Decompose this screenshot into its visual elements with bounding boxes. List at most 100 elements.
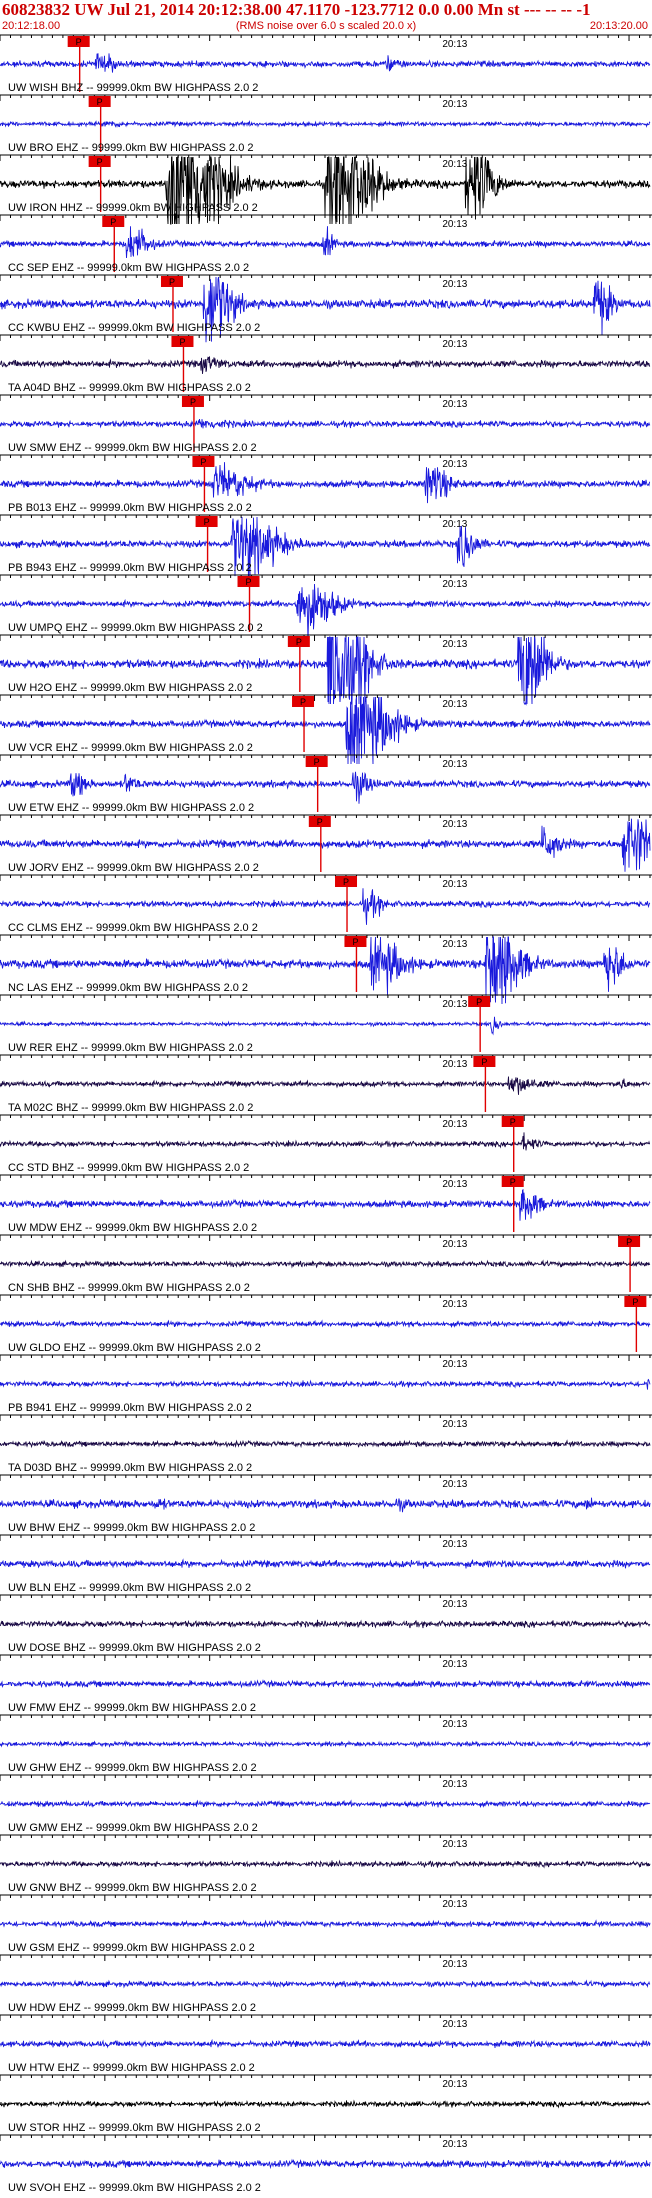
minute-label: 20:13 (442, 219, 467, 230)
pick-label: P (97, 97, 103, 107)
waveform (0, 2158, 651, 2170)
minute-label: 20:13 (442, 2139, 467, 2150)
minute-label: 20:13 (442, 2079, 467, 2090)
minute-label: 20:13 (442, 279, 467, 290)
station-label: UW GLDO EHZ -- 99999.0km BW HIGHPASS 2.0… (8, 1342, 261, 1354)
pick-label: P (200, 457, 206, 467)
pick-label: P (343, 877, 349, 887)
waveform (0, 1558, 651, 1569)
station-label: UW WISH BHZ -- 99999.0km BW HIGHPASS 2.0… (8, 82, 258, 94)
trace-row: 20:13 UW GSM EHZ -- 99999.0km BW HIGHPASS… (0, 1894, 652, 1954)
trace-row: 20:13 TA D03D BHZ -- 99999.0km BW HIGHPAS… (0, 1414, 652, 1474)
pick-label: P (626, 1237, 632, 1247)
station-label: UW SVOH EHZ -- 99999.0km BW HIGHPASS 2.0… (8, 2182, 261, 2194)
minute-label: 20:13 (442, 639, 467, 650)
waveform (0, 888, 651, 925)
trace-row: 20:13 P UW JORV EHZ -- 99999.0km BW HIGHPA… (0, 814, 652, 874)
waveform (0, 1859, 651, 1869)
minute-label: 20:13 (442, 1899, 467, 1910)
trace-row: 20:13 P TA M02C BHZ -- 99999.0km BW HIGHPA… (0, 1054, 652, 1114)
pick-label: P (204, 517, 210, 527)
trace-row: 20:13 P CC CLMS EHZ -- 99999.0km BW HIGHPA… (0, 874, 652, 934)
seismogram-plot: 20:13 P UW WISH BHZ -- 99999.0km BW HIGHPA… (0, 34, 652, 2194)
minute-label: 20:13 (442, 1839, 467, 1850)
station-label: UW GNW BHZ -- 99999.0km BW HIGHPASS 2.0 … (8, 1882, 257, 1894)
station-label: CC KWBU EHZ -- 99999.0km BW HIGHPASS 2.0… (8, 322, 260, 334)
minute-label: 20:13 (442, 1479, 467, 1490)
station-label: UW GSM EHZ -- 99999.0km BW HIGHPASS 2.0 … (8, 1942, 255, 1954)
station-label: UW RER EHZ -- 99999.0km BW HIGHPASS 2.0 … (8, 1042, 253, 1054)
trace-row: 20:13 UW HTW EHZ -- 99999.0km BW HIGHPASS… (0, 2014, 652, 2074)
waveform (0, 1739, 651, 1749)
station-label: UW STOR HHZ -- 99999.0km BW HIGHPASS 2.0… (8, 2122, 261, 2134)
minute-label: 20:13 (442, 699, 467, 710)
station-label: CC STD BHZ -- 99999.0km BW HIGHPASS 2.0 … (8, 1162, 249, 1174)
station-label: UW BHW EHZ -- 99999.0km BW HIGHPASS 2.0 … (8, 1522, 255, 1534)
trace-row: 20:13 UW FMW EHZ -- 99999.0km BW HIGHPASS… (0, 1654, 652, 1714)
waveform (0, 1132, 650, 1151)
station-label: PB B941 EHZ -- 99999.0km BW HIGHPASS 2.0… (8, 1402, 252, 1414)
trace-row: 20:13 P UW UMPQ EHZ -- 99999.0km BW HIGHPA… (0, 574, 652, 641)
trace-row: 20:13 UW HDW EHZ -- 99999.0km BW HIGHPASS… (0, 1954, 652, 2014)
minute-label: 20:13 (442, 1719, 467, 1730)
waveform (0, 1259, 651, 1269)
minute-label: 20:13 (442, 519, 467, 530)
plot-header: 60823832 UW Jul 21, 2014 20:12:38.00 47.… (0, 0, 652, 34)
waveform (0, 1799, 651, 1809)
waveform (0, 1679, 651, 1689)
trace-row: 20:13 P PB B013 EHZ -- 99999.0km BW HIGHPA… (0, 454, 652, 514)
trace-row: 20:13 UW GNW BHZ -- 99999.0km BW HIGHPASS… (0, 1834, 652, 1894)
minute-label: 20:13 (442, 579, 467, 590)
station-label: TA M02C BHZ -- 99999.0km BW HIGHPASS 2.0… (8, 1102, 253, 1114)
waveform (0, 2038, 651, 2049)
station-label: UW IRON HHZ -- 99999.0km BW HIGHPASS 2.0… (8, 202, 258, 214)
trace-row: 20:13 UW BLN EHZ -- 99999.0km BW HIGHPASS… (0, 1534, 652, 1594)
waveform (0, 226, 651, 259)
trace-row: 20:13 P CC STD BHZ -- 99999.0km BW HIGHPAS… (0, 1114, 652, 1174)
minute-label: 20:13 (442, 339, 467, 350)
station-label: CC CLMS EHZ -- 99999.0km BW HIGHPASS 2.0… (8, 922, 258, 934)
minute-label: 20:13 (442, 1239, 467, 1250)
pick-label: P (110, 217, 116, 227)
pick-label: P (632, 1297, 638, 1307)
minute-label: 20:13 (442, 1179, 467, 1190)
waveform (0, 1619, 651, 1629)
station-label: UW HTW EHZ -- 99999.0km BW HIGHPASS 2.0 … (8, 2062, 255, 2074)
minute-label: 20:13 (442, 1119, 467, 1130)
minute-label: 20:13 (442, 759, 467, 770)
pick-label: P (97, 157, 103, 167)
minute-label: 20:13 (442, 879, 467, 890)
waveform (0, 1188, 651, 1221)
station-label: NC LAS EHZ -- 99999.0km BW HIGHPASS 2.0 … (8, 982, 248, 994)
trace-row: 20:13 PB B941 EHZ -- 99999.0km BW HIGHPAS… (0, 1354, 652, 1414)
station-label: UW MDW EHZ -- 99999.0km BW HIGHPASS 2.0 … (8, 1222, 257, 1234)
event-title: 60823832 UW Jul 21, 2014 20:12:38.00 47.… (2, 0, 591, 19)
minute-label: 20:13 (442, 99, 467, 110)
station-label: UW ETW EHZ -- 99999.0km BW HIGHPASS 2.0 … (8, 802, 254, 814)
station-label: UW SMW EHZ -- 99999.0km BW HIGHPASS 2.0 … (8, 442, 257, 454)
pick-label: P (314, 757, 320, 767)
trace-row: 20:13 P UW IRON HHZ -- 99999.0km BW HIGHPA… (0, 154, 652, 225)
minute-label: 20:13 (442, 939, 467, 950)
pick-label: P (317, 817, 323, 827)
station-label: CC SEP EHZ -- 99999.0km BW HIGHPASS 2.0 … (8, 262, 249, 274)
minute-label: 20:13 (442, 1359, 467, 1370)
trace-row: 20:13 UW SVOH EHZ -- 99999.0km BW HIGHPAS… (0, 2134, 652, 2194)
waveform (0, 1497, 651, 1513)
minute-label: 20:13 (442, 819, 467, 830)
pick-label: P (510, 1177, 516, 1187)
trace-row: 20:13 UW STOR HHZ -- 99999.0km BW HIGHPAS… (0, 2074, 652, 2134)
trace-row: 20:13 P NC LAS EHZ -- 99999.0km BW HIGHPAS… (0, 934, 652, 1005)
pick-label: P (296, 637, 302, 647)
waveform (0, 356, 651, 374)
pick-label: P (76, 37, 82, 47)
minute-label: 20:13 (442, 1599, 467, 1610)
waveform (0, 1378, 651, 1390)
trace-row: 20:13 UW BHW EHZ -- 99999.0km BW HIGHPASS… (0, 1474, 652, 1534)
minute-label: 20:13 (442, 1299, 467, 1310)
station-label: PB B943 EHZ -- 99999.0km BW HIGHPASS 2.0… (8, 562, 252, 574)
minute-label: 20:13 (442, 999, 467, 1010)
trace-row: 20:13 P UW H2O EHZ -- 99999.0km BW HIGHPAS… (0, 634, 652, 706)
minute-label: 20:13 (442, 1539, 467, 1550)
pick-label: P (190, 397, 196, 407)
